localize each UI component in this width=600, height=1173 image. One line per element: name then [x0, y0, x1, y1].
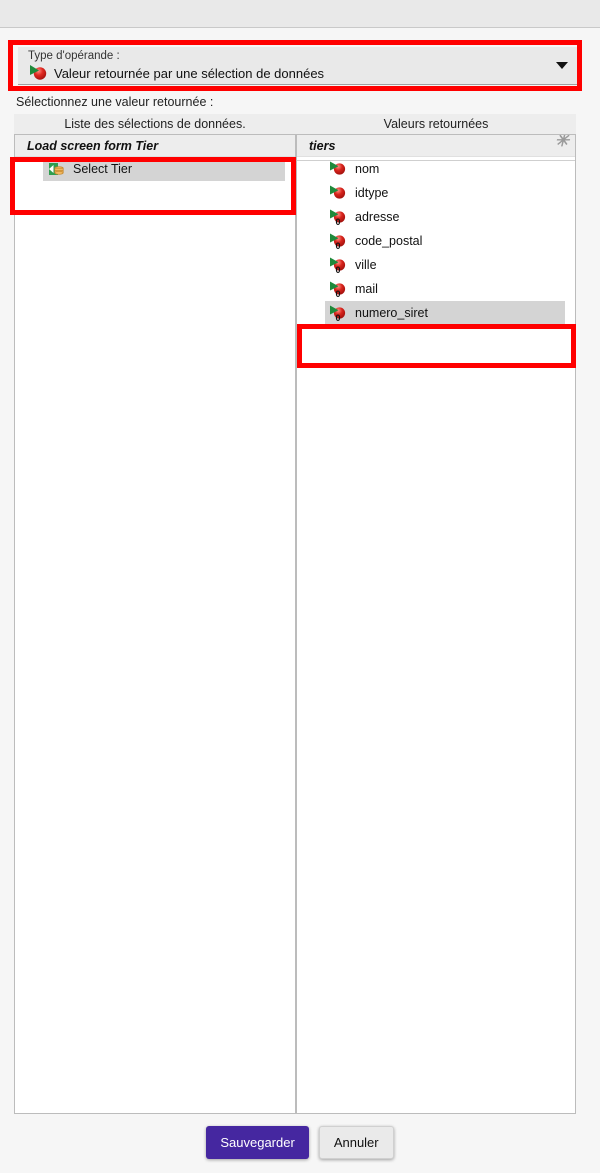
window-title-bar	[0, 0, 600, 28]
operand-type-value: Valeur retournée par une sélection de do…	[54, 66, 325, 81]
returned-value-zero-icon: 0	[329, 256, 347, 275]
list-item-label: adresse	[355, 210, 400, 224]
returned-value-icon	[329, 184, 347, 202]
returned-value-icon	[329, 160, 347, 178]
returned-value-zero-icon: 0	[329, 280, 347, 299]
list-item[interactable]: nom	[297, 157, 575, 181]
dialog-footer: Sauvegarder Annuler	[0, 1126, 600, 1159]
data-selection-db-icon	[47, 160, 65, 178]
operand-type-dropdown[interactable]: Type d'opérande : Valeur retournée par u…	[18, 47, 582, 85]
list-item-label: mail	[355, 282, 378, 296]
returned-values-list: tiers ✳ nom idtype 0 adresse 0 code_postal 0 vill…	[297, 135, 575, 325]
list-item-label: nom	[355, 162, 380, 176]
list-item[interactable]: 0 ville	[297, 253, 575, 277]
operand-type-label: Type d'opérande :	[28, 50, 120, 62]
returned-value-zero-icon: 0	[329, 232, 347, 251]
svg-text:0: 0	[335, 217, 340, 226]
save-button[interactable]: Sauvegarder	[206, 1126, 309, 1159]
data-selection-icon	[28, 63, 48, 84]
data-selections-list: Load screen form Tier Select Tier	[15, 135, 295, 181]
returned-value-zero-icon: 0	[329, 304, 347, 323]
list-item[interactable]: Select Tier	[15, 157, 295, 181]
list-item-label: code_postal	[355, 234, 423, 248]
svg-text:0: 0	[335, 289, 340, 298]
list-item[interactable]: 0 code_postal	[297, 229, 575, 253]
list-item-label: ville	[355, 258, 377, 272]
operand-type-value-row: Valeur retournée par une sélection de do…	[28, 63, 324, 84]
chevron-down-icon[interactable]	[556, 62, 568, 69]
data-selections-panel: Load screen form Tier Select Tier	[14, 134, 296, 1114]
list-item[interactable]: 0 numero_siret	[297, 301, 575, 325]
svg-text:0: 0	[335, 241, 340, 250]
column-header-band: Liste des sélections de données. Valeurs…	[14, 114, 576, 134]
list-item[interactable]: 0 mail	[297, 277, 575, 301]
list-item-label: numero_siret	[355, 306, 428, 320]
cancel-button[interactable]: Annuler	[318, 1126, 394, 1159]
list-item[interactable]: 0 adresse	[297, 205, 575, 229]
svg-text:0: 0	[335, 265, 340, 274]
list-item[interactable]: idtype	[297, 181, 575, 205]
returned-value-zero-icon: 0	[329, 208, 347, 227]
instruction-text: Sélectionnez une valeur retournée :	[16, 95, 214, 109]
group-header[interactable]: tiers ✳	[297, 135, 575, 157]
asterisk-icon: ✳	[554, 134, 569, 150]
list-item-label: idtype	[355, 186, 389, 200]
returned-values-panel: tiers ✳ nom idtype 0 adresse 0 code_postal 0 vill…	[296, 134, 576, 1114]
group-header[interactable]: Load screen form Tier	[15, 135, 295, 157]
list-item-label: Select Tier	[73, 162, 133, 176]
svg-text:0: 0	[335, 313, 340, 322]
column-header-left: Liste des sélections de données.	[64, 117, 246, 131]
column-header-right: Valeurs retournées	[383, 117, 489, 131]
